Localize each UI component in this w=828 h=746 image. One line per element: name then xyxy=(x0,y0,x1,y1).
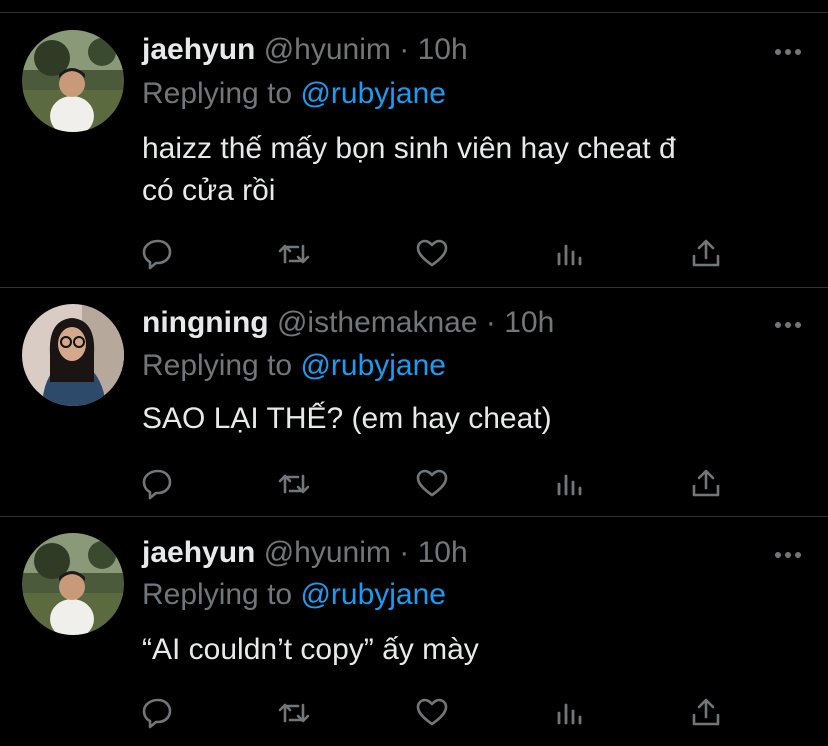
tweet[interactable]: jaehyun @hyunim · 10h Replying to @rubyj… xyxy=(0,0,828,288)
replying-to-label: Replying to xyxy=(142,349,293,382)
replying-to: Replying to @rubyjane xyxy=(142,348,446,384)
tweet[interactable]: jaehyun @hyunim · 10h Replying to @rubyj… xyxy=(0,517,828,746)
separator-dot: · xyxy=(399,33,410,66)
tweet-time[interactable]: 10h xyxy=(504,306,554,339)
analytics-icon[interactable] xyxy=(550,234,590,274)
tweet-header: jaehyun @hyunim · 10h xyxy=(142,535,468,571)
tweet-text: SAO LẠI THẾ? (em hay cheat) xyxy=(142,398,802,440)
replying-to-label: Replying to xyxy=(142,578,293,611)
avatar[interactable] xyxy=(22,533,124,635)
display-name[interactable]: jaehyun xyxy=(142,536,255,569)
tweet-text-line: có cửa rồi xyxy=(142,174,276,207)
tweet-text-line: SAO LẠI THẾ? (em hay cheat) xyxy=(142,402,552,435)
analytics-icon[interactable] xyxy=(550,693,590,733)
reply-to-handle[interactable]: @rubyjane xyxy=(300,578,446,611)
more-icon[interactable] xyxy=(770,313,806,337)
retweet-icon[interactable] xyxy=(274,464,314,504)
separator-dot: · xyxy=(399,536,410,569)
user-handle[interactable]: @isthemaknae xyxy=(277,306,478,339)
action-bar xyxy=(0,693,828,733)
tweet-text: haizz thế mấy bọn sinh viên hay cheat đ … xyxy=(142,128,802,212)
tweet-header: ningning @isthemaknae · 10h xyxy=(142,305,554,341)
tweet-time[interactable]: 10h xyxy=(418,33,468,66)
more-icon[interactable] xyxy=(770,40,806,64)
action-bar xyxy=(0,464,828,504)
like-icon[interactable] xyxy=(412,234,452,274)
reply-icon[interactable] xyxy=(138,693,178,733)
action-bar xyxy=(0,234,828,274)
user-handle[interactable]: @hyunim xyxy=(264,536,391,569)
tweet-text: “AI couldn’t copy” ấy mày xyxy=(142,629,802,671)
like-icon[interactable] xyxy=(412,464,452,504)
user-handle[interactable]: @hyunim xyxy=(264,33,391,66)
avatar[interactable] xyxy=(22,30,124,132)
separator-dot: · xyxy=(485,306,496,339)
reply-to-handle[interactable]: @rubyjane xyxy=(300,349,446,382)
display-name[interactable]: ningning xyxy=(142,306,269,339)
reply-to-handle[interactable]: @rubyjane xyxy=(300,77,446,110)
retweet-icon[interactable] xyxy=(274,693,314,733)
share-icon[interactable] xyxy=(686,464,726,504)
replying-to-label: Replying to xyxy=(142,77,293,110)
retweet-icon[interactable] xyxy=(274,234,314,274)
reply-icon[interactable] xyxy=(138,464,178,504)
tweet-header: jaehyun @hyunim · 10h xyxy=(142,32,468,68)
display-name[interactable]: jaehyun xyxy=(142,33,255,66)
tweet-text-line: haizz thế mấy bọn sinh viên hay cheat đ xyxy=(142,132,676,165)
tweet-text-line: “AI couldn’t copy” ấy mày xyxy=(142,633,479,666)
replying-to: Replying to @rubyjane xyxy=(142,577,446,613)
like-icon[interactable] xyxy=(412,693,452,733)
analytics-icon[interactable] xyxy=(550,464,590,504)
replying-to: Replying to @rubyjane xyxy=(142,76,446,112)
share-icon[interactable] xyxy=(686,234,726,274)
tweet[interactable]: ningning @isthemaknae · 10h Replying to … xyxy=(0,288,828,517)
reply-icon[interactable] xyxy=(138,234,178,274)
tweet-time[interactable]: 10h xyxy=(418,536,468,569)
avatar[interactable] xyxy=(22,304,124,406)
more-icon[interactable] xyxy=(770,543,806,567)
share-icon[interactable] xyxy=(686,693,726,733)
